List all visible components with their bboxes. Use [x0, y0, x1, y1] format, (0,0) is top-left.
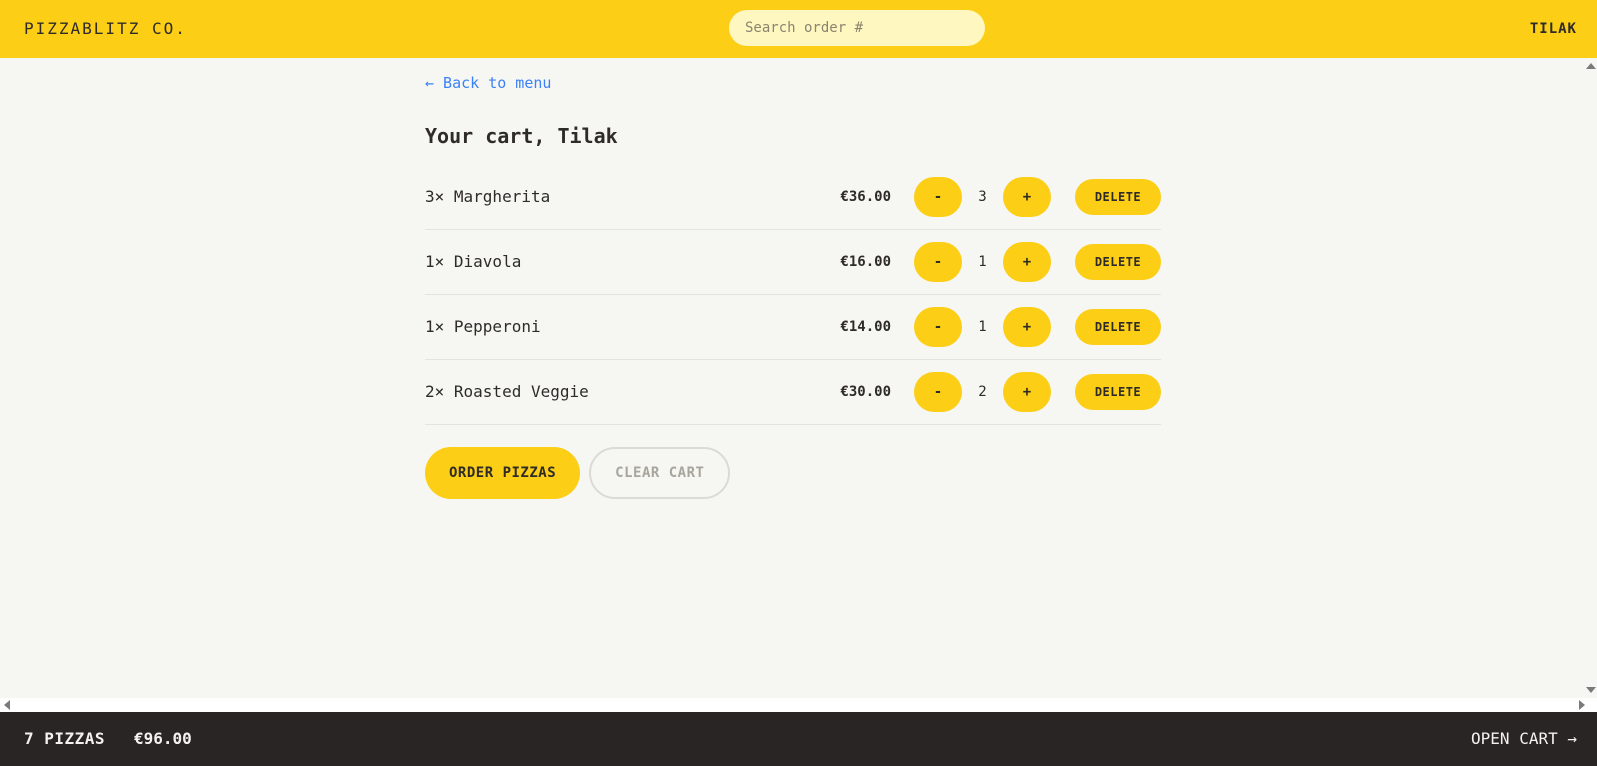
cart-item: 1× Pepperoni €14.00 - 1 + DELETE: [425, 295, 1161, 360]
decrease-quantity-button[interactable]: -: [914, 307, 962, 347]
delete-item-button[interactable]: DELETE: [1075, 244, 1161, 280]
item-quantity: 2: [978, 384, 987, 400]
decrease-quantity-button[interactable]: -: [914, 242, 962, 282]
increase-quantity-button[interactable]: +: [1003, 307, 1051, 347]
delete-item-button[interactable]: DELETE: [1075, 179, 1161, 215]
decrease-quantity-button[interactable]: -: [914, 372, 962, 412]
top-bar: PIZZABLITZ CO. TILAK: [0, 0, 1597, 58]
scroll-right-arrow-icon[interactable]: [1579, 700, 1585, 710]
decrease-quantity-button[interactable]: -: [914, 177, 962, 217]
search-order-input[interactable]: [729, 10, 985, 46]
item-price: €14.00: [840, 319, 891, 335]
vertical-scrollbar[interactable]: [1584, 58, 1597, 698]
cart-item: 3× Margherita €36.00 - 3 + DELETE: [425, 165, 1161, 230]
item-price: €16.00: [840, 254, 891, 270]
delete-item-button[interactable]: DELETE: [1075, 374, 1161, 410]
item-price: €36.00: [840, 189, 891, 205]
open-cart-link[interactable]: OPEN CART →: [1471, 712, 1577, 766]
cart-item: 2× Roasted Veggie €30.00 - 2 + DELETE: [425, 360, 1161, 425]
increase-quantity-button[interactable]: +: [1003, 177, 1051, 217]
horizontal-scrollbar[interactable]: [0, 698, 1597, 712]
increase-quantity-button[interactable]: +: [1003, 372, 1051, 412]
cart-item: 1× Diavola €16.00 - 1 + DELETE: [425, 230, 1161, 295]
order-pizzas-button[interactable]: ORDER PIZZAS: [425, 447, 581, 499]
item-quantity: 3: [978, 189, 987, 205]
scroll-down-arrow-icon[interactable]: [1586, 687, 1596, 693]
cart-overview-bar: 7 PIZZAS €96.00 OPEN CART →: [0, 712, 1597, 766]
main-content: ← Back to menu Your cart, Tilak 3× Margh…: [0, 58, 1584, 698]
page-title: Your cart, Tilak: [425, 124, 618, 148]
brand-logo[interactable]: PIZZABLITZ CO.: [24, 0, 187, 58]
increase-quantity-button[interactable]: +: [1003, 242, 1051, 282]
clear-cart-button[interactable]: CLEAR CART: [589, 447, 731, 499]
cart-total: €96.00: [134, 729, 192, 748]
item-name: 1× Pepperoni: [425, 317, 541, 336]
item-price: €30.00: [840, 384, 891, 400]
item-name: 1× Diavola: [425, 252, 522, 271]
item-name: 2× Roasted Veggie: [425, 382, 589, 401]
cart-list: 3× Margherita €36.00 - 3 + DELETE 1× Dia…: [425, 165, 1161, 425]
item-name: 3× Margherita: [425, 187, 551, 206]
scroll-up-arrow-icon[interactable]: [1586, 63, 1596, 69]
scroll-left-arrow-icon[interactable]: [4, 700, 10, 710]
item-quantity: 1: [978, 254, 987, 270]
back-to-menu-link[interactable]: ← Back to menu: [425, 74, 551, 92]
delete-item-button[interactable]: DELETE: [1075, 309, 1161, 345]
cart-actions: ORDER PIZZAS CLEAR CART: [425, 447, 731, 499]
pizza-count: 7 PIZZAS: [24, 729, 106, 748]
item-quantity: 1: [978, 319, 987, 335]
username: TILAK: [1529, 21, 1577, 37]
